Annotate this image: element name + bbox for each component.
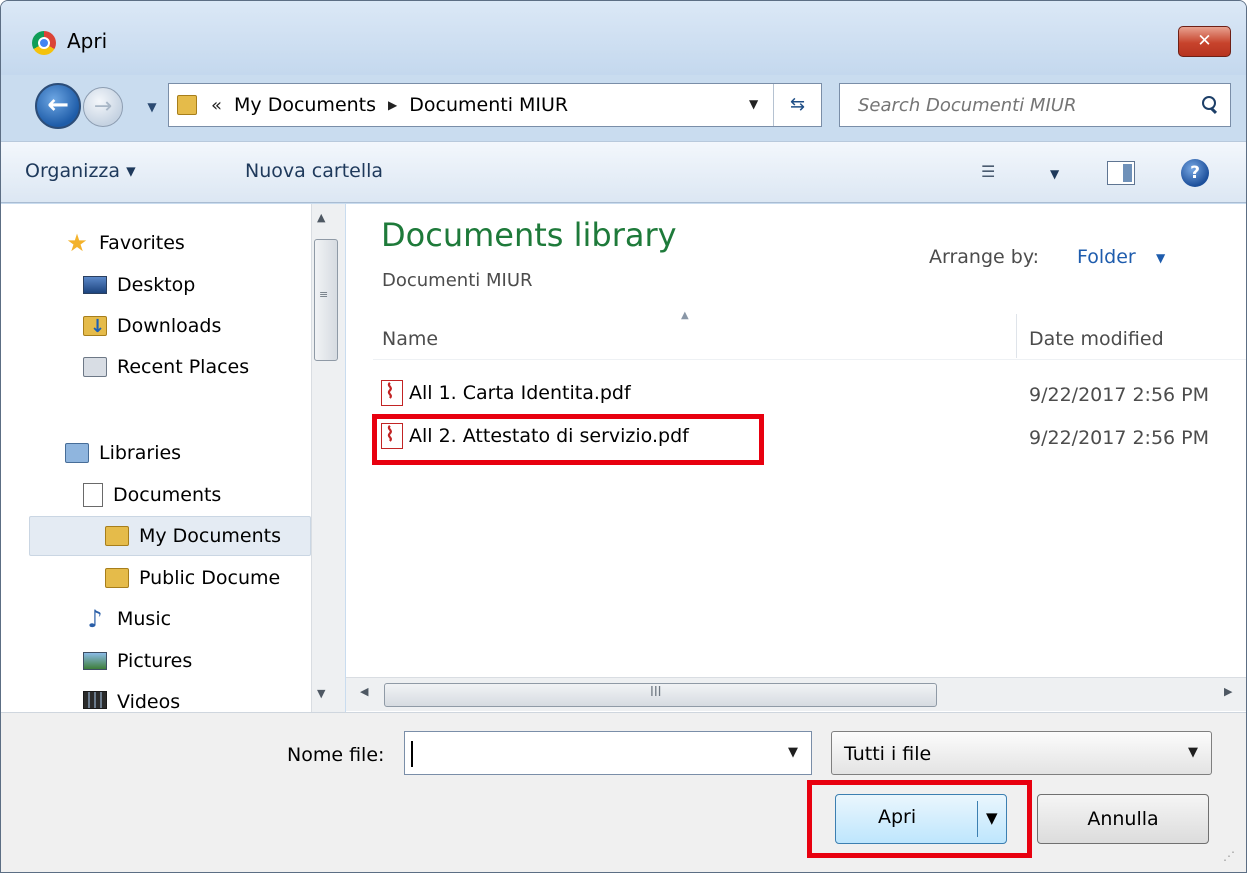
downloads-folder-icon [83,316,107,337]
nav-pictures-label: Pictures [117,650,193,672]
annotation-highlight-open [807,780,1032,858]
new-folder-button[interactable]: Nuova cartella [245,160,383,182]
scroll-up-icon[interactable]: ▲ [317,211,325,224]
column-header-name[interactable]: Name [382,328,438,350]
nav-my-documents-label: My Documents [139,525,282,547]
column-divider[interactable] [1016,314,1017,358]
search-icon[interactable] [1200,95,1220,115]
documents-icon [83,483,103,507]
sort-ascending-icon: ▲ [681,310,689,321]
nav-desktop[interactable]: Desktop [83,274,195,296]
folder-icon [177,95,197,115]
breadcrumb-documenti-miur[interactable]: Documenti MIUR [409,94,568,116]
help-icon[interactable]: ? [1181,159,1209,187]
view-options-icon[interactable]: ☰ [981,162,1007,182]
nav-public-documents-label: Public Docume [139,567,281,589]
pictures-icon [83,652,107,670]
cancel-button[interactable]: Annulla [1037,794,1209,844]
nav-my-documents[interactable]: My Documents [105,525,281,547]
preview-pane-icon[interactable] [1107,161,1135,185]
nav-videos-label: Videos [117,691,181,711]
folder-icon [105,526,129,546]
recent-places-icon [83,357,107,377]
nav-documents-label: Documents [113,484,222,506]
nav-documents[interactable]: Documents [83,483,221,507]
nav-public-documents[interactable]: Public Docume [105,567,280,589]
file-name: All 1. Carta Identita.pdf [409,382,631,404]
breadcrumb-separator-icon[interactable]: ▶ [388,98,397,112]
file-date-modified: 9/22/2017 2:56 PM [1029,384,1210,406]
address-dropdown-icon[interactable]: ▼ [749,97,758,111]
nav-videos[interactable]: Videos [83,691,180,711]
title-bar [1,1,1246,75]
chrome-icon [32,31,56,55]
scroll-left-icon[interactable]: ◀ [360,685,368,698]
command-bar [1,141,1246,203]
file-date-modified: 9/22/2017 2:56 PM [1029,427,1210,449]
breadcrumb-my-documents[interactable]: My Documents [234,94,376,116]
filetype-value: Tutti i file [844,743,932,765]
folder-icon [105,568,129,588]
scroll-down-icon[interactable]: ▼ [317,687,325,700]
refresh-icon[interactable]: ⇆ [773,84,821,126]
file-row[interactable]: All 1. Carta Identita.pdf [381,379,631,406]
music-note-icon: ♪ [87,605,103,633]
library-title: Documents library [381,216,677,254]
resize-grip-icon[interactable]: ⋰ [1223,849,1235,863]
libraries-icon [65,443,89,463]
nav-libraries[interactable]: Libraries [65,442,181,464]
nav-favorites[interactable]: ★ Favorites [65,229,185,257]
nav-downloads[interactable]: Downloads [83,315,221,337]
open-file-dialog: Apri ✕ ← → ▼ « My Documents ▶ Documenti … [0,0,1247,873]
filename-input[interactable] [411,738,771,768]
nav-libraries-label: Libraries [99,442,182,464]
view-dropdown-icon[interactable]: ▼ [1050,167,1059,181]
desktop-icon [83,276,107,294]
column-header-divider [373,359,1246,360]
videos-icon [83,691,107,709]
annotation-highlight-file [372,414,764,465]
scroll-right-icon[interactable]: ▶ [1224,685,1232,698]
nav-favorites-label: Favorites [99,232,185,254]
recent-locations-dropdown-icon[interactable]: ▼ [143,98,161,116]
arrange-by-dropdown[interactable]: Folder [1077,246,1136,268]
address-bar[interactable]: « My Documents ▶ Documenti MIUR ▼ ⇆ [168,83,822,127]
search-input[interactable] [856,93,1186,117]
arrange-dropdown-icon[interactable]: ▼ [1156,251,1165,265]
nav-desktop-label: Desktop [117,274,196,296]
search-box[interactable] [839,83,1231,127]
filename-label: Nome file: [287,744,385,766]
nav-music[interactable]: ♪ Music [83,605,172,633]
text-caret [411,741,413,767]
star-icon: ★ [66,229,88,257]
window-title: Apri [67,29,108,53]
pdf-file-icon [381,379,403,406]
nav-recent-places[interactable]: Recent Places [83,356,249,378]
breadcrumb-overflow[interactable]: « [211,95,222,116]
nav-pictures[interactable]: Pictures [83,650,192,672]
filetype-dropdown-icon[interactable]: ▼ [1188,745,1198,760]
filename-combobox[interactable] [404,731,812,775]
nav-music-label: Music [117,608,172,630]
arrange-by-label: Arrange by: [929,246,1040,268]
back-button[interactable]: ← [35,83,81,129]
close-button[interactable]: ✕ [1178,26,1231,57]
nav-downloads-label: Downloads [117,315,222,337]
horizontal-scrollbar-grip-icon: III [650,685,662,700]
column-header-date-modified[interactable]: Date modified [1029,328,1164,350]
library-subtitle: Documenti MIUR [382,270,533,291]
filename-dropdown-icon[interactable]: ▼ [788,745,798,760]
forward-button[interactable]: → [83,87,123,127]
organize-menu-button[interactable]: Organizza ▾ [25,160,136,182]
nav-recent-label: Recent Places [117,356,250,378]
scrollbar-grip-icon: ≡ [319,288,329,301]
